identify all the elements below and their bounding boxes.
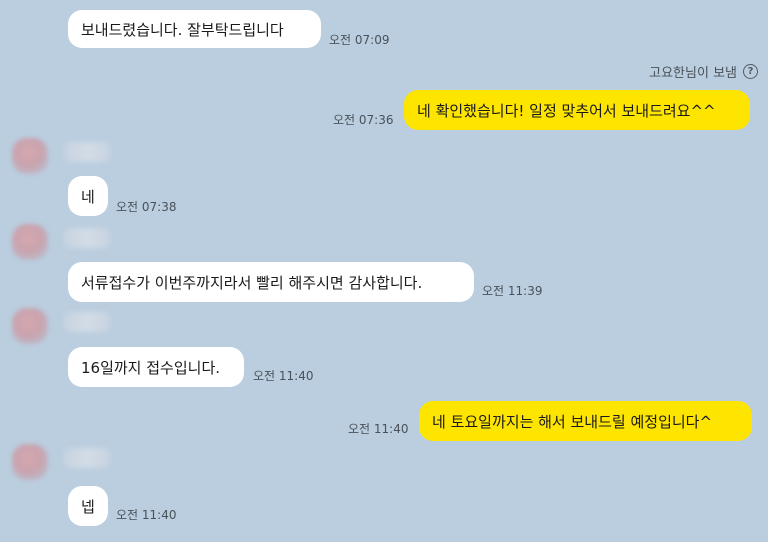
- incoming-message-bubble[interactable]: 16일까지 접수입니다.: [68, 347, 244, 387]
- message-text: 보내드렸습니다. 잘부탁드립니다: [81, 20, 284, 39]
- avatar[interactable]: [12, 308, 48, 344]
- sender-name: [64, 228, 110, 248]
- sender-notice: 고요한님이 보냄 ?: [649, 62, 758, 81]
- message-text: 서류접수가 이번주까지라서 빨리 해주시면 감사합니다.: [81, 273, 423, 292]
- avatar[interactable]: [12, 138, 48, 174]
- message-timestamp: 오전 11:39: [482, 284, 543, 298]
- sender-name: [64, 142, 110, 162]
- question-circle-icon[interactable]: ?: [743, 64, 758, 79]
- incoming-message-bubble[interactable]: 서류접수가 이번주까지라서 빨리 해주시면 감사합니다.: [68, 262, 474, 302]
- message-text: 16일까지 접수입니다.: [81, 358, 221, 377]
- message-text: 네: [81, 187, 95, 206]
- message-timestamp: 오전 11:40: [253, 369, 314, 383]
- message-timestamp: 오전 11:40: [348, 422, 409, 436]
- avatar[interactable]: [12, 224, 48, 260]
- message-text: 네 확인했습니다! 일정 맞추어서 보내드려요^^: [417, 101, 716, 120]
- message-timestamp: 오전 07:36: [333, 113, 394, 127]
- sender-notice-label: 고요한님이 보냄: [649, 66, 737, 81]
- avatar[interactable]: [12, 444, 48, 480]
- incoming-message-bubble[interactable]: 보내드렸습니다. 잘부탁드립니다: [68, 10, 321, 48]
- message-text: 네 토요일까지는 해서 보내드릴 예정입니다^: [432, 412, 713, 431]
- message-timestamp: 오전 11:40: [116, 508, 177, 522]
- message-text: 넵: [81, 497, 95, 516]
- message-timestamp: 오전 07:09: [329, 33, 390, 47]
- sender-name: [64, 448, 110, 468]
- outgoing-message-bubble[interactable]: 네 토요일까지는 해서 보내드릴 예정입니다^: [419, 401, 752, 441]
- sender-name: [64, 312, 110, 332]
- incoming-message-bubble[interactable]: 넵: [68, 486, 108, 526]
- message-timestamp: 오전 07:38: [116, 200, 177, 214]
- outgoing-message-bubble[interactable]: 네 확인했습니다! 일정 맞추어서 보내드려요^^: [404, 90, 750, 130]
- incoming-message-bubble[interactable]: 네: [68, 176, 108, 216]
